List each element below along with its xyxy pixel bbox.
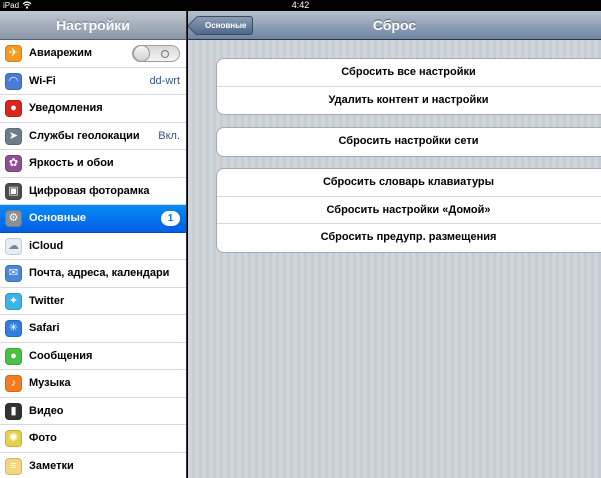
gear-icon: ⚙ — [5, 210, 22, 227]
sidebar-item-6[interactable]: ⚙ Основные 1 — [0, 205, 186, 233]
sidebar-item-label: Twitter — [29, 294, 65, 307]
video-icon: ▮ — [5, 402, 22, 420]
sidebar-item-10[interactable]: ✳ Safari — [0, 315, 186, 343]
sidebar-item-0[interactable]: ✈ Авиарежим — [0, 40, 186, 68]
sidebar-item-label: Сообщения — [29, 349, 93, 362]
sidebar-item-label: Видео — [29, 404, 64, 417]
sidebar-item-label: Яркость и обои — [29, 157, 114, 169]
sidebar-item-5[interactable]: ▣ Цифровая фоторамка — [0, 177, 186, 205]
sidebar-item-4[interactable]: ✿ Яркость и обои — [0, 150, 186, 178]
sidebar-item-label: iCloud — [29, 239, 64, 252]
photo-frame-icon: ▣ — [5, 182, 22, 200]
twitter-icon: ✦ — [5, 292, 22, 310]
brightness-icon: ✿ — [5, 155, 22, 172]
sidebar-title: Настройки — [0, 11, 186, 40]
page-title: Сброс — [372, 17, 417, 33]
airplane-icon: ✈ — [5, 45, 22, 62]
sidebar-item-8[interactable]: ✉ Почта, адреса, календари — [0, 260, 186, 288]
cloud-icon: ☁ — [5, 237, 22, 255]
reset-group-misc: Сбросить словарь клавиатуры Сбросить нас… — [216, 168, 601, 253]
sidebar-item-label: Фото — [29, 432, 57, 444]
sidebar-item-value: Вкл. — [158, 129, 180, 142]
settings-sidebar: Настройки ✈ Авиарежим ◠ Wi-Fi dd-wrt ● Уведомл… — [0, 11, 187, 478]
detail-pane: Основные Сброс Сбросить все настройки Уд… — [188, 11, 601, 478]
reset-all-settings-button[interactable]: Сбросить все настройки — [217, 59, 601, 87]
erase-content-settings-button[interactable]: Удалить контент и настройки — [217, 87, 601, 115]
reset-location-warnings-button[interactable]: Сбросить предупр. размещения — [217, 224, 601, 252]
photos-icon: ✺ — [5, 430, 22, 447]
reset-keyboard-dictionary-button[interactable]: Сбросить словарь клавиатуры — [217, 169, 601, 197]
sidebar-item-15[interactable]: ≡ Заметки — [0, 452, 186, 478]
clock: 4:42 — [291, 0, 310, 10]
sidebar-item-label: Цифровая фоторамка — [29, 184, 150, 197]
messages-icon: ● — [5, 347, 22, 365]
sidebar-item-value: dd-wrt — [149, 74, 180, 87]
sidebar-item-label: Уведомления — [29, 102, 103, 114]
toggle-knob — [133, 45, 150, 62]
sidebar-item-3[interactable]: ➤ Службы геолокации Вкл. — [0, 122, 186, 150]
sidebar-item-label: Основные — [29, 212, 86, 224]
reset-network-settings-button[interactable]: Сбросить настройки сети — [217, 128, 601, 156]
status-bar: iPad 4:42 — [0, 0, 601, 11]
notes-icon: ≡ — [5, 457, 22, 475]
settings-list: ✈ Авиарежим ◠ Wi-Fi dd-wrt ● Уведомления ➤ Служб… — [0, 40, 186, 478]
sidebar-item-label: Safari — [29, 322, 60, 334]
wifi-icon: ◠ — [5, 72, 22, 90]
sidebar-item-label: Wi-Fi — [29, 74, 56, 87]
sidebar-item-12[interactable]: ♪ Музыка — [0, 370, 186, 398]
mail-icon: ✉ — [5, 265, 22, 282]
sidebar-item-label: Музыка — [29, 377, 71, 389]
compass-icon: ✳ — [5, 320, 22, 337]
sidebar-item-7[interactable]: ☁ iCloud — [0, 232, 186, 260]
music-icon: ♪ — [5, 375, 22, 392]
sidebar-item-1[interactable]: ◠ Wi-Fi dd-wrt — [0, 67, 186, 95]
location-icon: ➤ — [5, 127, 22, 145]
update-badge: 1 — [161, 211, 180, 226]
navigation-bar: Основные Сброс — [188, 11, 601, 40]
sidebar-item-label: Службы геолокации — [29, 129, 140, 142]
sidebar-item-13[interactable]: ▮ Видео — [0, 397, 186, 425]
reset-group-all: Сбросить все настройки Удалить контент и… — [216, 58, 601, 115]
off-indicator-icon — [161, 50, 169, 58]
sidebar-item-9[interactable]: ✦ Twitter — [0, 287, 186, 315]
sidebar-item-label: Заметки — [29, 459, 74, 472]
reset-group-network: Сбросить настройки сети — [216, 127, 601, 157]
notifications-icon: ● — [5, 100, 22, 117]
sidebar-item-14[interactable]: ✺ Фото — [0, 425, 186, 453]
sidebar-item-label: Почта, адреса, календари — [29, 267, 170, 279]
sidebar-item-11[interactable]: ● Сообщения — [0, 342, 186, 370]
airplane-mode-toggle[interactable] — [132, 45, 180, 62]
sidebar-item-2[interactable]: ● Уведомления — [0, 95, 186, 123]
reset-home-layout-button[interactable]: Сбросить настройки «Домой» — [217, 197, 601, 224]
sidebar-item-label: Авиарежим — [29, 47, 92, 59]
